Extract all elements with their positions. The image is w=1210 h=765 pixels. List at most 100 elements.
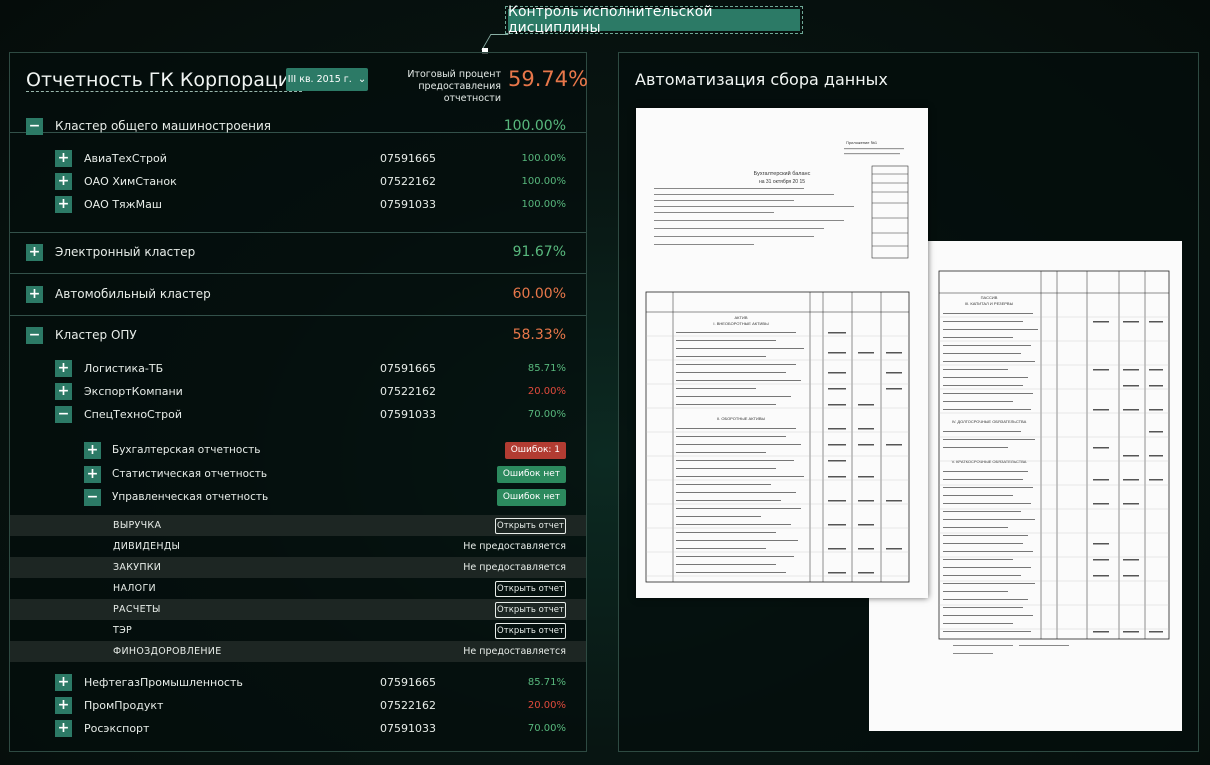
company-code: 07591665 — [380, 361, 436, 375]
open-report-button[interactable]: Открыть отчет — [495, 622, 566, 639]
company-label: Росэкспорт — [84, 721, 150, 735]
expand-icon[interactable]: + — [26, 243, 43, 261]
expand-icon[interactable]: + — [55, 696, 72, 714]
divider — [10, 315, 586, 316]
collapse-icon[interactable]: − — [26, 117, 43, 135]
expand-icon[interactable]: + — [55, 359, 72, 377]
company-row[interactable]: + ОАО ТяжМаш 07591033 100.00% — [10, 194, 586, 214]
section-banner: Контроль исполнительской дисциплины — [505, 4, 803, 36]
indicator-row: ЗАКУПКИ Не предоставляется — [10, 557, 586, 578]
expand-icon[interactable]: + — [55, 382, 72, 400]
company-percentage: 20.00% — [527, 385, 566, 397]
summary-label-line-2: предоставления отчетности — [418, 81, 501, 104]
expand-icon[interactable]: + — [26, 285, 43, 303]
report-row[interactable]: + Бухгалтерская отчетность Ошибок: 1 — [10, 440, 586, 460]
company-code: 07522162 — [380, 174, 436, 188]
open-report-button[interactable]: Открыть отчет — [495, 517, 566, 534]
company-row[interactable]: + АвиаТехСтрой 07591665 100.00% — [10, 148, 586, 168]
company-label: АвиаТехСтрой — [84, 151, 167, 165]
indicator-label: НАЛОГИ — [113, 583, 156, 594]
expand-icon[interactable]: + — [55, 719, 72, 737]
company-row[interactable]: + Логистика-ТБ 07591665 85.71% — [10, 358, 586, 378]
company-code: 07522162 — [380, 698, 436, 712]
expand-icon[interactable]: + — [84, 465, 101, 483]
doc-section-title: III. КАПИТАЛ И РЕЗЕРВЫ — [965, 301, 1014, 306]
indicator-row: ФИНОЗДОРОВЛЕНИЕ Не предоставляется — [10, 641, 586, 662]
period-select[interactable]: III кв. 2015 г. ⌄ — [286, 68, 368, 91]
indicator-label: ВЫРУЧКА — [113, 520, 162, 531]
cluster-row[interactable]: − Кластер ОПУ 58.33% — [10, 325, 586, 345]
indicator-row: ВЫРУЧКА Открыть отчет — [10, 515, 586, 536]
company-code: 07591665 — [380, 675, 436, 689]
cluster-label: Электронный кластер — [55, 245, 196, 259]
collapse-icon[interactable]: − — [84, 488, 101, 506]
company-percentage: 20.00% — [527, 699, 566, 711]
report-row[interactable]: − Управленческая отчетность Ошибок нет — [10, 487, 586, 507]
company-row[interactable]: − СпецТехноСтрой 07591033 70.00% — [10, 404, 586, 424]
cluster-label: Автомобильный кластер — [55, 287, 211, 301]
doc-section-title: II. ОБОРОТНЫЕ АКТИВЫ — [717, 416, 766, 421]
indicator-status: Не предоставляется — [463, 562, 566, 573]
indicator-status: Не предоставляется — [463, 646, 566, 657]
doc-section-title: V. КРАТКОСРОЧНЫЕ ОБЯЗАТЕЛЬСТВА — [952, 459, 1027, 464]
balance-sheet-image: Приложение №1 Бухгалтерский баланс на 31… — [645, 140, 910, 583]
open-report-button[interactable]: Открыть отчет — [495, 580, 566, 597]
cluster-row[interactable]: + Автомобильный кластер 60.00% — [10, 284, 586, 304]
expand-icon[interactable]: + — [55, 149, 72, 167]
status-badge: Ошибок нет — [496, 465, 566, 483]
balance-sheet-document[interactable]: Приложение №1 Бухгалтерский баланс на 31… — [636, 108, 928, 598]
cluster-row[interactable]: + Электронный кластер 91.67% — [10, 242, 586, 262]
open-report-button[interactable]: Открыть отчет — [495, 601, 566, 618]
doc-section-title: АКТИВ — [735, 315, 748, 320]
collapse-icon[interactable]: − — [55, 405, 72, 423]
company-row[interactable]: + ПромПродукт 07522162 20.00% — [10, 695, 586, 715]
company-row[interactable]: + ОАО ХимСтанок 07522162 100.00% — [10, 171, 586, 191]
company-percentage: 100.00% — [521, 175, 567, 187]
indicator-label: ДИВИДЕНДЫ — [113, 541, 181, 552]
expand-icon[interactable]: + — [55, 195, 72, 213]
indicator-label: РАСЧЕТЫ — [113, 604, 161, 615]
report-label: Статистическая отчетность — [112, 468, 268, 480]
report-row[interactable]: + Статистическая отчетность Ошибок нет — [10, 464, 586, 484]
summary-label-line-1: Итоговый процент — [407, 69, 501, 80]
status-badge: Ошибок нет — [496, 488, 566, 506]
company-percentage: 85.71% — [527, 362, 566, 374]
page-title-text: Отчетность ГК Корпорация — [26, 69, 302, 92]
collapse-icon[interactable]: − — [26, 326, 43, 344]
company-label: Логистика-ТБ — [84, 361, 164, 375]
period-select-value: III кв. 2015 г. — [287, 74, 352, 85]
company-percentage: 100.00% — [521, 152, 567, 164]
doc-section-title: IV. ДОЛГОСРОЧНЫЕ ОБЯЗАТЕЛЬСТВА — [952, 419, 1027, 424]
company-label: СпецТехноСтрой — [84, 407, 182, 421]
indicator-row: НАЛОГИ Открыть отчет — [10, 578, 586, 599]
page-title[interactable]: Отчетность ГК Корпорация✓ — [26, 69, 314, 92]
cluster-row[interactable]: − Кластер общего машиностроения 100.00% — [10, 116, 586, 136]
indicator-row: ДИВИДЕНДЫ Не предоставляется — [10, 536, 586, 557]
divider — [10, 232, 586, 233]
cluster-percentage: 60.00% — [512, 286, 566, 302]
banner-label: Контроль исполнительской дисциплины — [508, 4, 800, 36]
expand-icon[interactable]: + — [84, 441, 101, 459]
expand-icon[interactable]: + — [55, 673, 72, 691]
company-row[interactable]: + Росэкспорт 07591033 70.00% — [10, 718, 586, 738]
company-row[interactable]: + НефтегазПромышленность 07591665 85.71% — [10, 672, 586, 692]
doc-appendix: Приложение №1 — [846, 140, 878, 145]
summary-label: Итоговый процент предоставления отчетнос… — [370, 69, 501, 105]
cluster-label: Кластер общего машиностроения — [55, 119, 271, 133]
doc-date: на 31 октября 20 15 — [759, 179, 805, 185]
indicator-row: ТЭР Открыть отчет — [10, 620, 586, 641]
data-collection-panel: Автоматизация сбора данных Приложение №1… — [618, 52, 1199, 752]
expand-icon[interactable]: + — [55, 172, 72, 190]
divider — [10, 273, 586, 274]
status-badge[interactable]: Ошибок: 1 — [504, 441, 566, 459]
company-percentage: 85.71% — [527, 676, 566, 688]
doc-section-title: ПАССИВ — [981, 295, 998, 300]
company-label: НефтегазПромышленность — [84, 675, 243, 689]
company-label: ПромПродукт — [84, 698, 164, 712]
summary-percentage: 59.74% — [508, 67, 589, 91]
report-label: Управленческая отчетность — [112, 491, 269, 503]
company-row[interactable]: + ЭкспортКомпани 07522162 20.00% — [10, 381, 586, 401]
company-label: ОАО ХимСтанок — [84, 174, 177, 188]
indicator-label: ФИНОЗДОРОВЛЕНИЕ — [113, 646, 222, 657]
doc-heading: Бухгалтерский баланс — [754, 170, 811, 177]
